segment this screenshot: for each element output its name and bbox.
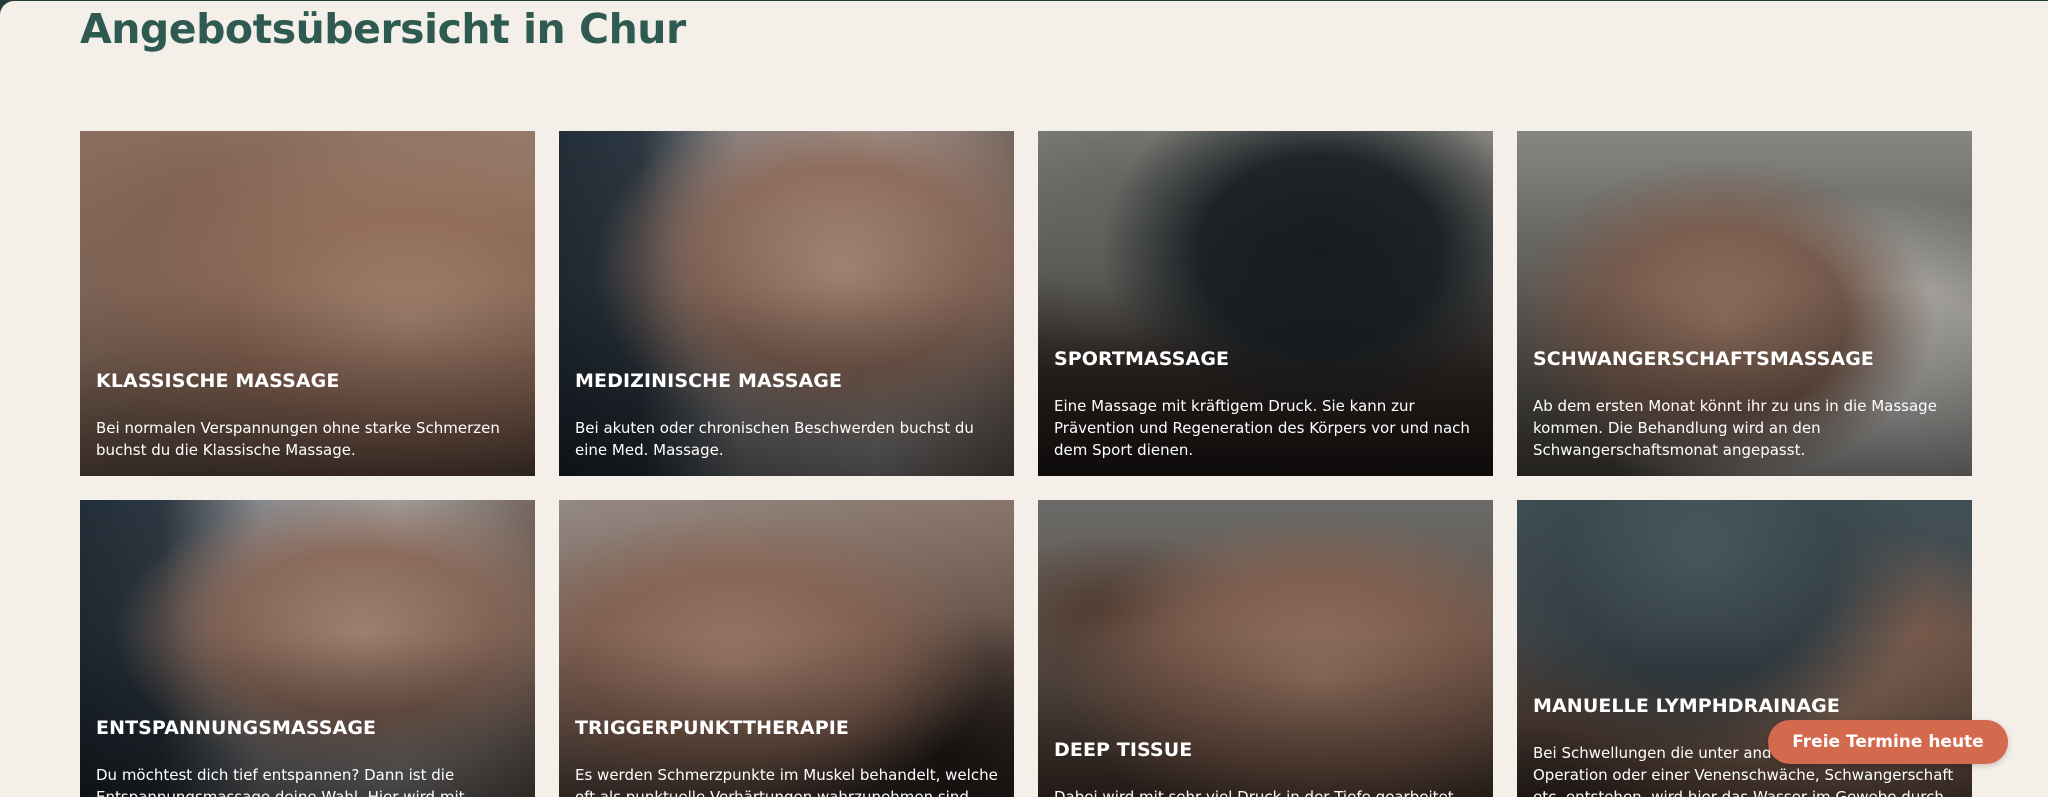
card-description: Bei normalen Verspannungen ohne starke S…: [96, 419, 500, 459]
service-card-klassische-massage[interactable]: KLASSISCHE MASSAGE Bei normalen Verspann…: [80, 131, 535, 476]
page: Angebotsübersicht in Chur KLASSISCHE MAS…: [0, 1, 2048, 797]
service-card-schwangerschaftsmassage[interactable]: SCHWANGERSCHAFTSMASSAGE Ab dem ersten Mo…: [1517, 131, 1972, 476]
card-description: Es werden Schmerzpunkte im Muskel behand…: [575, 766, 998, 797]
card-title: DEEP TISSUE: [1054, 739, 1193, 761]
service-card-medizinische-massage[interactable]: MEDIZINISCHE MASSAGE Bei akuten oder chr…: [559, 131, 1014, 476]
service-card-sportmassage[interactable]: SPORTMASSAGE Eine Massage mit kräftigem …: [1038, 131, 1493, 476]
card-description: Dabei wird mit sehr viel Druck in der Ti…: [1054, 788, 1454, 797]
service-card-entspannungsmassage[interactable]: ENTSPANNUNGSMASSAGE Du möchtest dich tie…: [80, 500, 535, 797]
card-title: SCHWANGERSCHAFTSMASSAGE: [1533, 348, 1875, 370]
card-description: Ab dem ersten Monat könnt ihr zu uns in …: [1533, 397, 1937, 459]
card-text: SPORTMASSAGE Eine Massage mit kräftigem …: [1054, 347, 1477, 461]
card-text: SCHWANGERSCHAFTSMASSAGE Ab dem ersten Mo…: [1533, 347, 1956, 461]
card-title: KLASSISCHE MASSAGE: [96, 370, 340, 392]
service-card-deep-tissue[interactable]: DEEP TISSUE Dabei wird mit sehr viel Dru…: [1038, 500, 1493, 797]
card-description: Bei akuten oder chronischen Beschwerden …: [575, 419, 974, 459]
card-title: MEDIZINISCHE MASSAGE: [575, 370, 843, 392]
card-title: TRIGGERPUNKTTHERAPIE: [575, 717, 849, 739]
card-description: Eine Massage mit kräftigem Druck. Sie ka…: [1054, 397, 1470, 459]
card-text: KLASSISCHE MASSAGE Bei normalen Verspann…: [96, 369, 519, 461]
card-title: MANUELLE LYMPHDRAINAGE: [1533, 695, 1840, 717]
card-text: TRIGGERPUNKTTHERAPIE Es werden Schmerzpu…: [575, 716, 998, 797]
free-appointments-button[interactable]: Freie Termine heute: [1768, 720, 2008, 764]
service-card-triggerpunkttherapie[interactable]: TRIGGERPUNKTTHERAPIE Es werden Schmerzpu…: [559, 500, 1014, 797]
card-title: SPORTMASSAGE: [1054, 348, 1230, 370]
card-title: ENTSPANNUNGSMASSAGE: [96, 717, 377, 739]
page-title: Angebotsübersicht in Chur: [80, 5, 686, 53]
card-text: MEDIZINISCHE MASSAGE Bei akuten oder chr…: [575, 369, 998, 461]
card-text: ENTSPANNUNGSMASSAGE Du möchtest dich tie…: [96, 716, 519, 797]
card-text: DEEP TISSUE Dabei wird mit sehr viel Dru…: [1054, 738, 1477, 797]
card-description: Du möchtest dich tief entspannen? Dann i…: [96, 766, 465, 797]
